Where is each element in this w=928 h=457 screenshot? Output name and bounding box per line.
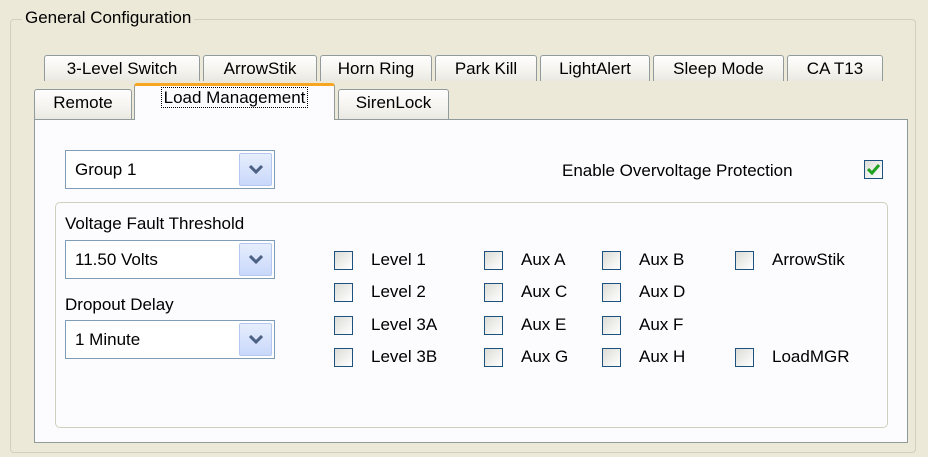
checkbox-aux-c[interactable] (484, 283, 503, 302)
chevron-down-icon[interactable] (239, 323, 272, 356)
tab-3-level-switch[interactable]: 3-Level Switch (44, 55, 200, 81)
dropout-delay-label: Dropout Delay (65, 295, 174, 314)
checkbox-aux-d[interactable] (602, 283, 621, 302)
tab-remote[interactable]: Remote (34, 89, 132, 119)
checkbox-level-2[interactable] (334, 283, 353, 302)
checkbox-label: Aux A (521, 250, 566, 269)
checkbox-label: Aux D (639, 282, 686, 301)
checkbox-arrowstik[interactable] (735, 251, 754, 270)
checkbox-label: Level 3A (371, 315, 438, 334)
checkbox-aux-e[interactable] (484, 316, 503, 335)
checkbox-label: ArrowStik (772, 250, 845, 269)
tab-arrowstik[interactable]: ArrowStik (203, 55, 317, 81)
checkbox-level-3b[interactable] (334, 348, 353, 367)
tab-label: Horn Ring (337, 59, 415, 78)
overvoltage-checkbox[interactable] (864, 160, 883, 179)
overvoltage-label: Enable Overvoltage Protection (562, 161, 793, 180)
voltage-threshold-value: 11.50 Volts (75, 250, 158, 269)
tab-label: Park Kill (454, 59, 518, 78)
tab-sleep-mode[interactable]: Sleep Mode (653, 55, 784, 81)
tab-label: CA T13 (806, 59, 864, 78)
tab-sirenlock[interactable]: SirenLock (338, 89, 449, 119)
checkbox-aux-h[interactable] (602, 348, 621, 367)
checkbox-label: LoadMGR (772, 347, 850, 366)
tab-label: 3-Level Switch (66, 59, 178, 78)
checkbox-aux-a[interactable] (484, 251, 503, 270)
tab-label: SirenLock (355, 93, 432, 112)
load-groups-box (55, 202, 888, 428)
tab-label: ArrowStik (223, 59, 297, 78)
tab-horn-ring[interactable]: Horn Ring (320, 55, 432, 81)
checkbox-label: Aux C (521, 282, 568, 301)
voltage-threshold-select[interactable]: 11.50 Volts (65, 240, 275, 279)
group-select-value: Group 1 (75, 160, 137, 179)
checkbox-label: Aux F (639, 315, 684, 334)
checkbox-label: Aux B (639, 250, 685, 269)
checkbox-aux-b[interactable] (602, 251, 621, 270)
tab-lightalert[interactable]: LightAlert (540, 55, 650, 81)
checkbox-aux-g[interactable] (484, 348, 503, 367)
group-title: General Configuration (22, 8, 195, 28)
voltage-threshold-label: Voltage Fault Threshold (65, 214, 245, 233)
load-management-panel: Group 1 Enable Overvoltage Protection Vo… (34, 119, 908, 443)
tab-label: LightAlert (559, 59, 631, 78)
dropout-delay-value: 1 Minute (75, 330, 141, 349)
tab-ca-t13[interactable]: CA T13 (787, 55, 883, 81)
checkmark-icon (866, 164, 881, 176)
checkbox-level-3a[interactable] (334, 316, 353, 335)
tab-label: Load Management (160, 87, 309, 108)
checkbox-label: Aux E (521, 315, 567, 334)
tab-label: Sleep Mode (673, 59, 764, 78)
checkbox-label: Level 1 (371, 250, 426, 269)
checkbox-loadmgr[interactable] (735, 348, 754, 367)
checkbox-level-1[interactable] (334, 251, 353, 270)
chevron-down-icon[interactable] (239, 153, 272, 186)
tab-load-management[interactable]: Load Management (134, 83, 335, 120)
checkbox-label: Level 2 (371, 282, 426, 301)
checkbox-label: Level 3B (371, 347, 438, 366)
checkbox-label: Aux H (639, 347, 686, 366)
checkbox-label: Aux G (521, 347, 569, 366)
dropout-delay-select[interactable]: 1 Minute (65, 320, 275, 359)
group-select[interactable]: Group 1 (65, 150, 275, 189)
tab-park-kill[interactable]: Park Kill (435, 55, 537, 81)
tab-label: Remote (53, 93, 113, 112)
chevron-down-icon[interactable] (239, 243, 272, 276)
checkbox-aux-f[interactable] (602, 316, 621, 335)
